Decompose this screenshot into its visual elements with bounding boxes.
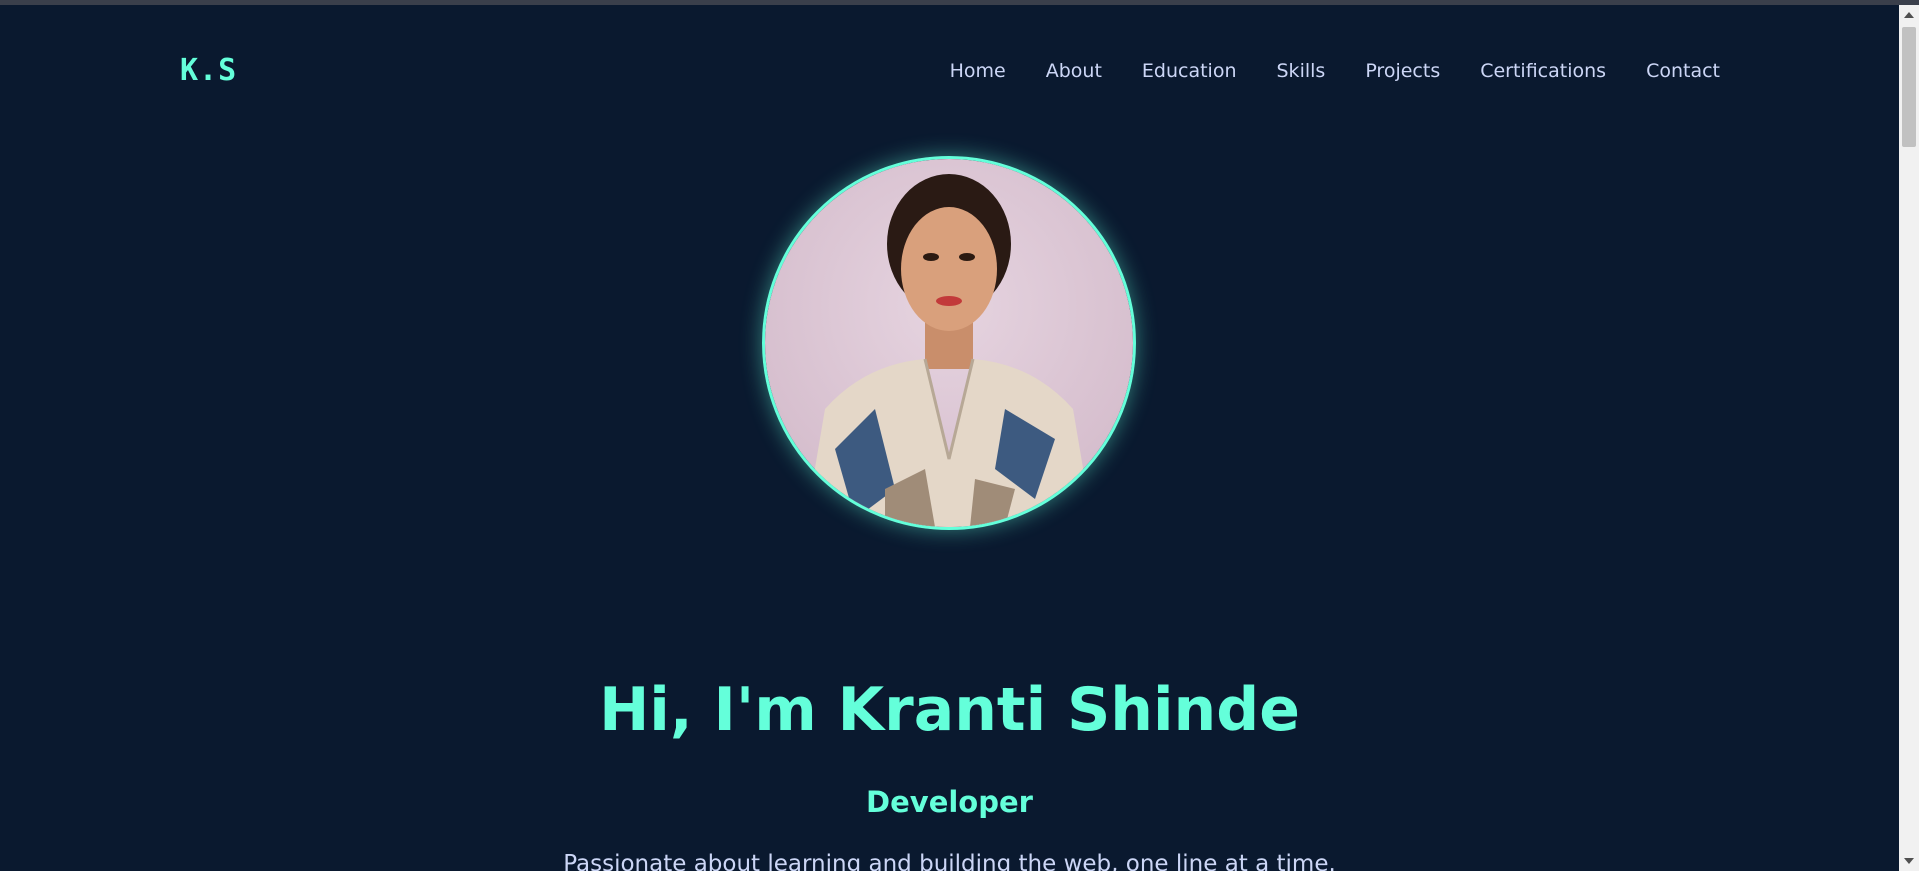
nav-item-skills[interactable]: Skills [1277,60,1326,82]
nav-item-home[interactable]: Home [950,60,1006,82]
site-logo[interactable]: K.S [180,53,237,88]
scroll-thumb[interactable] [1902,27,1916,147]
nav-item-certifications[interactable]: Certifications [1480,60,1606,82]
portfolio-page: K.S Home About Education Skills Projects… [0,5,1899,871]
nav-item-education[interactable]: Education [1142,60,1237,82]
scroll-up-arrow-icon[interactable] [1904,12,1914,18]
vertical-scrollbar[interactable] [1899,5,1919,871]
hero-tagline: Passionate about learning and building t… [563,851,1336,871]
scroll-down-arrow-icon[interactable] [1904,858,1914,864]
hero-title: Hi, I'm Kranti Shinde [599,675,1300,745]
profile-photo-image [765,159,1133,527]
nav-item-projects[interactable]: Projects [1365,60,1440,82]
nav-item-about[interactable]: About [1046,60,1102,82]
hero-role: Developer [866,785,1033,819]
profile-photo [762,156,1136,530]
main-nav: Home About Education Skills Projects Cer… [950,60,1720,82]
nav-item-contact[interactable]: Contact [1646,60,1720,82]
